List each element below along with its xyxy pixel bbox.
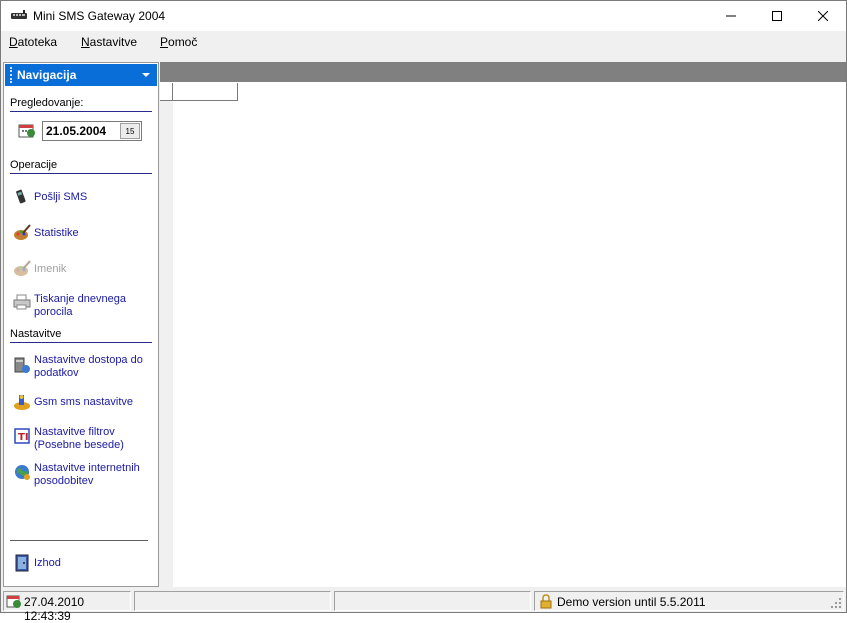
nav-link-internet-update-settings[interactable]: Nastavitve internetnih posodobitev: [34, 462, 140, 488]
nav-link-gsm-settings[interactable]: Gsm sms nastavitve: [34, 396, 133, 409]
navigation-panel: Navigacija Pregledovanje: 21.05.2004 15 …: [3, 62, 159, 587]
filter-icon: TI: [14, 428, 30, 444]
nav-link-filter-settings[interactable]: Nastavitve filtrov (Posebne besede): [34, 426, 124, 452]
svg-text:TI: TI: [18, 432, 29, 443]
section-title-settings: Nastavitve: [10, 328, 62, 340]
window-title: Mini SMS Gateway 2004: [33, 9, 166, 23]
nav-link-phonebook[interactable]: Imenik: [34, 263, 66, 276]
calendar-dropdown-button[interactable]: 15: [120, 123, 140, 139]
exit-door-icon: [15, 554, 29, 572]
section-divider: [10, 342, 152, 343]
maximize-icon: [772, 11, 782, 21]
maximize-button[interactable]: [754, 1, 800, 31]
status-panel-datetime: 27.04.2010 12:43:39: [3, 591, 131, 623]
statistics-icon: [14, 224, 31, 240]
section-divider: [10, 173, 152, 174]
grid-row-header-strip: [160, 101, 173, 587]
app-window: Mini SMS Gateway 2004 Datoteka Nastavitv…: [0, 0, 847, 623]
status-datetime: 27.04.2010 12:43:39: [24, 595, 85, 623]
date-picker[interactable]: 21.05.2004 15: [42, 121, 142, 141]
grid-column: [173, 101, 239, 587]
nav-link-send-sms[interactable]: Pošlji SMS: [34, 191, 87, 204]
nav-header[interactable]: Navigacija: [5, 64, 157, 86]
bottom-divider: [10, 540, 148, 541]
close-icon: [818, 11, 828, 21]
minimize-button[interactable]: [708, 1, 754, 31]
status-panel-2: [134, 591, 331, 611]
title-bar: Mini SMS Gateway 2004: [1, 1, 846, 31]
printer-icon: [13, 294, 31, 310]
chevron-down-icon: [142, 73, 150, 77]
database-access-icon: [14, 357, 30, 373]
minimize-icon: [726, 15, 736, 17]
resize-grip-icon[interactable]: [831, 598, 841, 608]
phonebook-icon: [14, 260, 31, 276]
section-title-operations: Operacije: [10, 159, 58, 171]
status-panel-3: [334, 591, 531, 611]
menu-datoteka[interactable]: Datoteka: [9, 35, 57, 49]
date-value: 21.05.2004: [46, 124, 107, 138]
nav-link-data-access-settings[interactable]: Nastavitve dostopa do podatkov: [34, 354, 143, 380]
menu-bar: Datoteka Nastavitve Pomoč: [1, 31, 846, 53]
nav-link-statistics[interactable]: Statistike: [34, 227, 79, 240]
main-header-bar: [160, 62, 846, 82]
gsm-settings-icon: [14, 395, 30, 410]
nav-link-print-report[interactable]: Tiskanje dnevnega porocila: [34, 293, 126, 319]
grid-column-header[interactable]: [173, 83, 238, 101]
lock-icon: [540, 594, 552, 609]
section-title-browse: Pregledovanje:: [10, 97, 84, 109]
nav-header-label: Navigacija: [17, 68, 77, 82]
status-bar: 27.04.2010 12:43:39 Demo version until 5…: [1, 589, 846, 623]
grip-icon: [10, 67, 12, 83]
sms-phone-icon: [11, 10, 27, 19]
calendar-clock-icon: [6, 595, 21, 608]
calendar-icon: [18, 124, 35, 138]
mobile-phone-icon: [16, 189, 26, 204]
internet-update-icon: [15, 465, 30, 480]
main-grid-area[interactable]: [160, 82, 846, 587]
close-button[interactable]: [800, 1, 846, 31]
grid-corner-cell[interactable]: [160, 83, 173, 101]
menu-nastavitve[interactable]: Nastavitve: [81, 35, 137, 49]
status-demo-text: Demo version until 5.5.2011: [557, 595, 706, 609]
menu-pomoc[interactable]: Pomoč: [160, 35, 197, 49]
nav-link-exit[interactable]: Izhod: [34, 557, 61, 570]
status-panel-demo: Demo version until 5.5.2011: [534, 591, 844, 611]
section-divider: [10, 111, 152, 112]
